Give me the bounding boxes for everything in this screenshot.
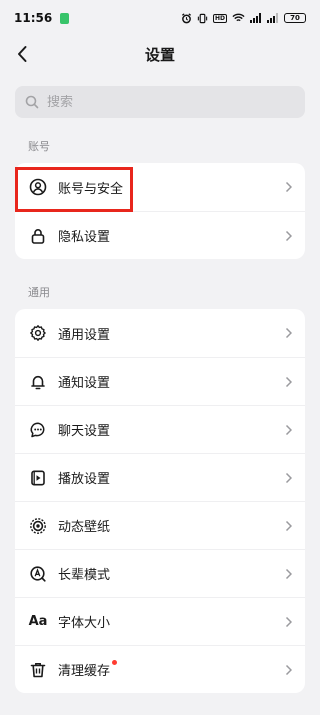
settings-item-label: 通知设置 bbox=[58, 376, 111, 391]
settings-item-playback[interactable]: 播放设置 bbox=[15, 453, 305, 501]
chevron-right-icon bbox=[285, 664, 292, 676]
chevron-right-icon bbox=[285, 616, 292, 628]
gear-icon bbox=[28, 323, 48, 343]
chevron-right-icon bbox=[285, 376, 292, 388]
signal-icon-2 bbox=[267, 13, 278, 23]
settings-item-account-security[interactable]: 账号与安全 bbox=[15, 163, 305, 211]
settings-item-elder-mode[interactable]: 长辈模式 bbox=[15, 549, 305, 597]
settings-item-chat[interactable]: 聊天设置 bbox=[15, 405, 305, 453]
settings-item-label: 清理缓存 bbox=[58, 664, 111, 679]
settings-item-label: 隐私设置 bbox=[58, 230, 111, 245]
chevron-right-icon bbox=[285, 568, 292, 580]
settings-item-live-wallpaper[interactable]: 动态壁纸 bbox=[15, 501, 305, 549]
search-bar[interactable] bbox=[15, 86, 305, 118]
settings-item-label: 播放设置 bbox=[58, 472, 111, 487]
bell-icon bbox=[28, 372, 48, 392]
settings-item-label: 字体大小 bbox=[58, 616, 111, 631]
settings-item-label: 账号与安全 bbox=[58, 181, 124, 197]
alarm-icon bbox=[181, 12, 191, 23]
wifi-icon bbox=[232, 13, 245, 22]
search-input[interactable] bbox=[47, 94, 295, 110]
general-card: 通用设置 通知设置 聊天设置 播放设置 动态壁纸 长辈模式 Aa 字体大小 清理… bbox=[15, 309, 305, 693]
signal-icon bbox=[250, 13, 261, 23]
play-settings-icon bbox=[28, 468, 48, 488]
app-notification-icon bbox=[60, 12, 70, 24]
chevron-right-icon bbox=[285, 181, 292, 193]
font-size-glyph: Aa bbox=[28, 614, 48, 629]
settings-item-label: 通用设置 bbox=[58, 327, 111, 343]
elder-mode-icon bbox=[28, 564, 48, 584]
trash-icon bbox=[28, 660, 48, 680]
chevron-right-icon bbox=[285, 230, 292, 242]
chevron-right-icon bbox=[285, 520, 292, 532]
font-size-icon: Aa bbox=[28, 612, 48, 632]
settings-item-general[interactable]: 通用设置 bbox=[15, 309, 305, 357]
navigation-bar: 设置 bbox=[0, 36, 320, 72]
lock-icon bbox=[28, 226, 48, 246]
settings-item-label: 聊天设置 bbox=[58, 424, 111, 439]
account-icon bbox=[28, 177, 48, 197]
back-arrow-icon bbox=[18, 46, 27, 62]
hd-badge: HD bbox=[212, 13, 227, 23]
settings-item-notifications[interactable]: 通知设置 bbox=[15, 357, 305, 405]
settings-item-label: 长辈模式 bbox=[58, 568, 111, 583]
battery-icon: 70 bbox=[284, 13, 306, 23]
vibrate-icon bbox=[197, 13, 208, 23]
chevron-right-icon bbox=[285, 327, 292, 339]
status-icons: HD 70 bbox=[181, 12, 306, 24]
page-title: 设置 bbox=[144, 45, 175, 64]
wallpaper-icon bbox=[28, 516, 48, 536]
settings-item-clear-cache[interactable]: 清理缓存 bbox=[15, 645, 305, 693]
settings-item-privacy[interactable]: 隐私设置 bbox=[15, 211, 305, 259]
chat-bubble-icon bbox=[28, 420, 48, 440]
settings-item-label: 动态壁纸 bbox=[58, 520, 111, 535]
section-label-general: 通用 bbox=[28, 286, 50, 299]
back-button[interactable] bbox=[8, 40, 36, 68]
status-bar: 11:56 HD 70 bbox=[0, 0, 320, 36]
section-label-account: 账号 bbox=[28, 140, 50, 153]
chevron-right-icon bbox=[285, 472, 292, 484]
search-icon bbox=[25, 95, 39, 109]
settings-item-font-size[interactable]: Aa 字体大小 bbox=[15, 597, 305, 645]
chevron-right-icon bbox=[285, 424, 292, 436]
new-badge-dot bbox=[112, 660, 118, 665]
status-time: 11:56 bbox=[14, 11, 53, 25]
account-card: 账号与安全 隐私设置 bbox=[15, 163, 305, 259]
